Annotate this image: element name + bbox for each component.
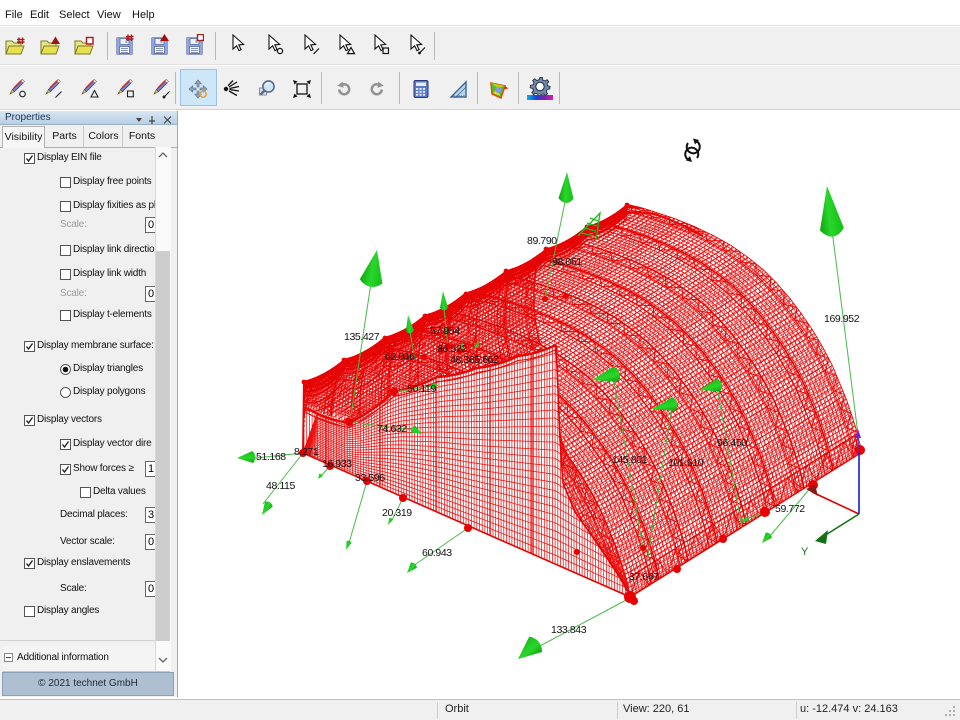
svg-text:169.952: 169.952 — [824, 313, 860, 325]
svg-text:33.596: 33.596 — [355, 472, 385, 484]
svg-text:74.632: 74.632 — [377, 423, 407, 435]
svg-text:16.933: 16.933 — [322, 458, 352, 470]
svg-text:50.119: 50.119 — [407, 383, 436, 395]
svg-text:20.319: 20.319 — [382, 507, 412, 519]
svg-text:37.667: 37.667 — [629, 571, 659, 583]
svg-text:96.450: 96.450 — [717, 437, 747, 449]
svg-text:62.046: 62.046 — [385, 351, 415, 363]
svg-text:101.610: 101.610 — [668, 457, 704, 469]
svg-text:145.801: 145.801 — [612, 454, 648, 466]
svg-text:133.843: 133.843 — [551, 624, 587, 636]
svg-text:89.790: 89.790 — [527, 235, 557, 247]
svg-text:8.271: 8.271 — [294, 446, 319, 458]
svg-text:60.943: 60.943 — [422, 547, 452, 559]
svg-text:48.115: 48.115 — [266, 480, 295, 492]
svg-text:48.365.662: 48.365.662 — [450, 354, 499, 366]
svg-text:51.168: 51.168 — [256, 451, 286, 463]
svg-text:57.954: 57.954 — [430, 325, 460, 337]
svg-text:135.427: 135.427 — [344, 331, 380, 343]
svg-text:98.061: 98.061 — [552, 256, 582, 268]
svg-text:59.772: 59.772 — [775, 503, 805, 515]
svg-text:Y: Y — [801, 546, 809, 558]
